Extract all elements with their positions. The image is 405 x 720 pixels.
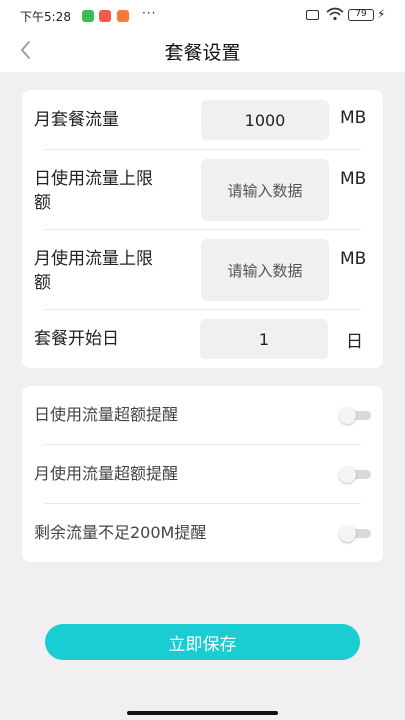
divider xyxy=(44,229,361,230)
daily-limit-label-line2: 额 xyxy=(34,193,51,213)
divider xyxy=(44,444,361,445)
nav-bar: 套餐设置 xyxy=(0,32,405,72)
page-title: 套餐设置 xyxy=(164,42,241,64)
app-notification-icon xyxy=(117,10,129,22)
app-notification-icon xyxy=(82,10,94,22)
toggle-knob xyxy=(339,525,356,542)
more-notifications-icon: ··· xyxy=(142,6,157,20)
monthly-data-unit: MB xyxy=(340,108,367,128)
daily-overuse-reminder-label: 日使用流量超额提醒 xyxy=(34,405,179,424)
divider xyxy=(44,503,361,504)
start-day-unit: 日 xyxy=(346,332,363,352)
monthly-data-input[interactable] xyxy=(201,100,329,140)
daily-limit-label-line1: 日使用流量上限 xyxy=(34,169,153,189)
low-data-reminder-row: 剩余流量不足200M提醒 xyxy=(22,518,383,548)
start-day-label: 套餐开始日 xyxy=(34,329,119,349)
toggle-knob xyxy=(339,466,356,483)
start-day-input[interactable] xyxy=(200,319,328,359)
low-data-reminder-label: 剩余流量不足200M提醒 xyxy=(34,523,207,542)
divider xyxy=(44,309,361,310)
wifi-icon xyxy=(326,7,344,21)
monthly-data-label: 月套餐流量 xyxy=(34,110,119,130)
divider xyxy=(44,149,361,150)
save-button[interactable]: 立即保存 xyxy=(45,624,360,660)
start-day-row: 套餐开始日 日 xyxy=(22,319,383,359)
monthly-limit-label: 月使用流量上限 额 xyxy=(34,247,153,295)
daily-limit-label: 日使用流量上限 额 xyxy=(34,167,153,215)
toggle-knob xyxy=(339,407,356,424)
monthly-overuse-reminder-row: 月使用流量超额提醒 xyxy=(22,459,383,489)
sim-icon xyxy=(306,10,319,20)
reminder-settings-card: 日使用流量超额提醒 月使用流量超额提醒 剩余流量不足200M提醒 xyxy=(22,386,383,562)
daily-limit-row: 日使用流量上限 额 MB xyxy=(22,159,383,221)
daily-overuse-reminder-row: 日使用流量超额提醒 xyxy=(22,400,383,430)
daily-limit-input[interactable] xyxy=(201,159,329,221)
status-bar: 下午5:28 ··· 79 ⚡ xyxy=(0,0,405,32)
monthly-data-row: 月套餐流量 MB xyxy=(22,100,383,140)
battery-icon: 79 xyxy=(348,9,374,21)
status-time: 下午5:28 xyxy=(20,10,71,24)
home-indicator xyxy=(127,711,278,715)
low-data-reminder-toggle[interactable] xyxy=(339,525,371,542)
monthly-limit-label-line2: 额 xyxy=(34,273,51,293)
monthly-limit-label-line1: 月使用流量上限 xyxy=(34,249,153,269)
monthly-limit-input[interactable] xyxy=(201,239,329,301)
daily-overuse-reminder-toggle[interactable] xyxy=(339,407,371,424)
plan-settings-card: 月套餐流量 MB 日使用流量上限 额 MB 月使用流量上限 额 MB 套餐开始日… xyxy=(22,90,383,368)
charging-icon: ⚡ xyxy=(377,7,386,21)
monthly-limit-row: 月使用流量上限 额 MB xyxy=(22,239,383,301)
app-notification-icon xyxy=(99,10,111,22)
monthly-limit-unit: MB xyxy=(340,249,367,269)
monthly-overuse-reminder-toggle[interactable] xyxy=(339,466,371,483)
monthly-overuse-reminder-label: 月使用流量超额提醒 xyxy=(34,464,179,483)
daily-limit-unit: MB xyxy=(340,169,367,189)
